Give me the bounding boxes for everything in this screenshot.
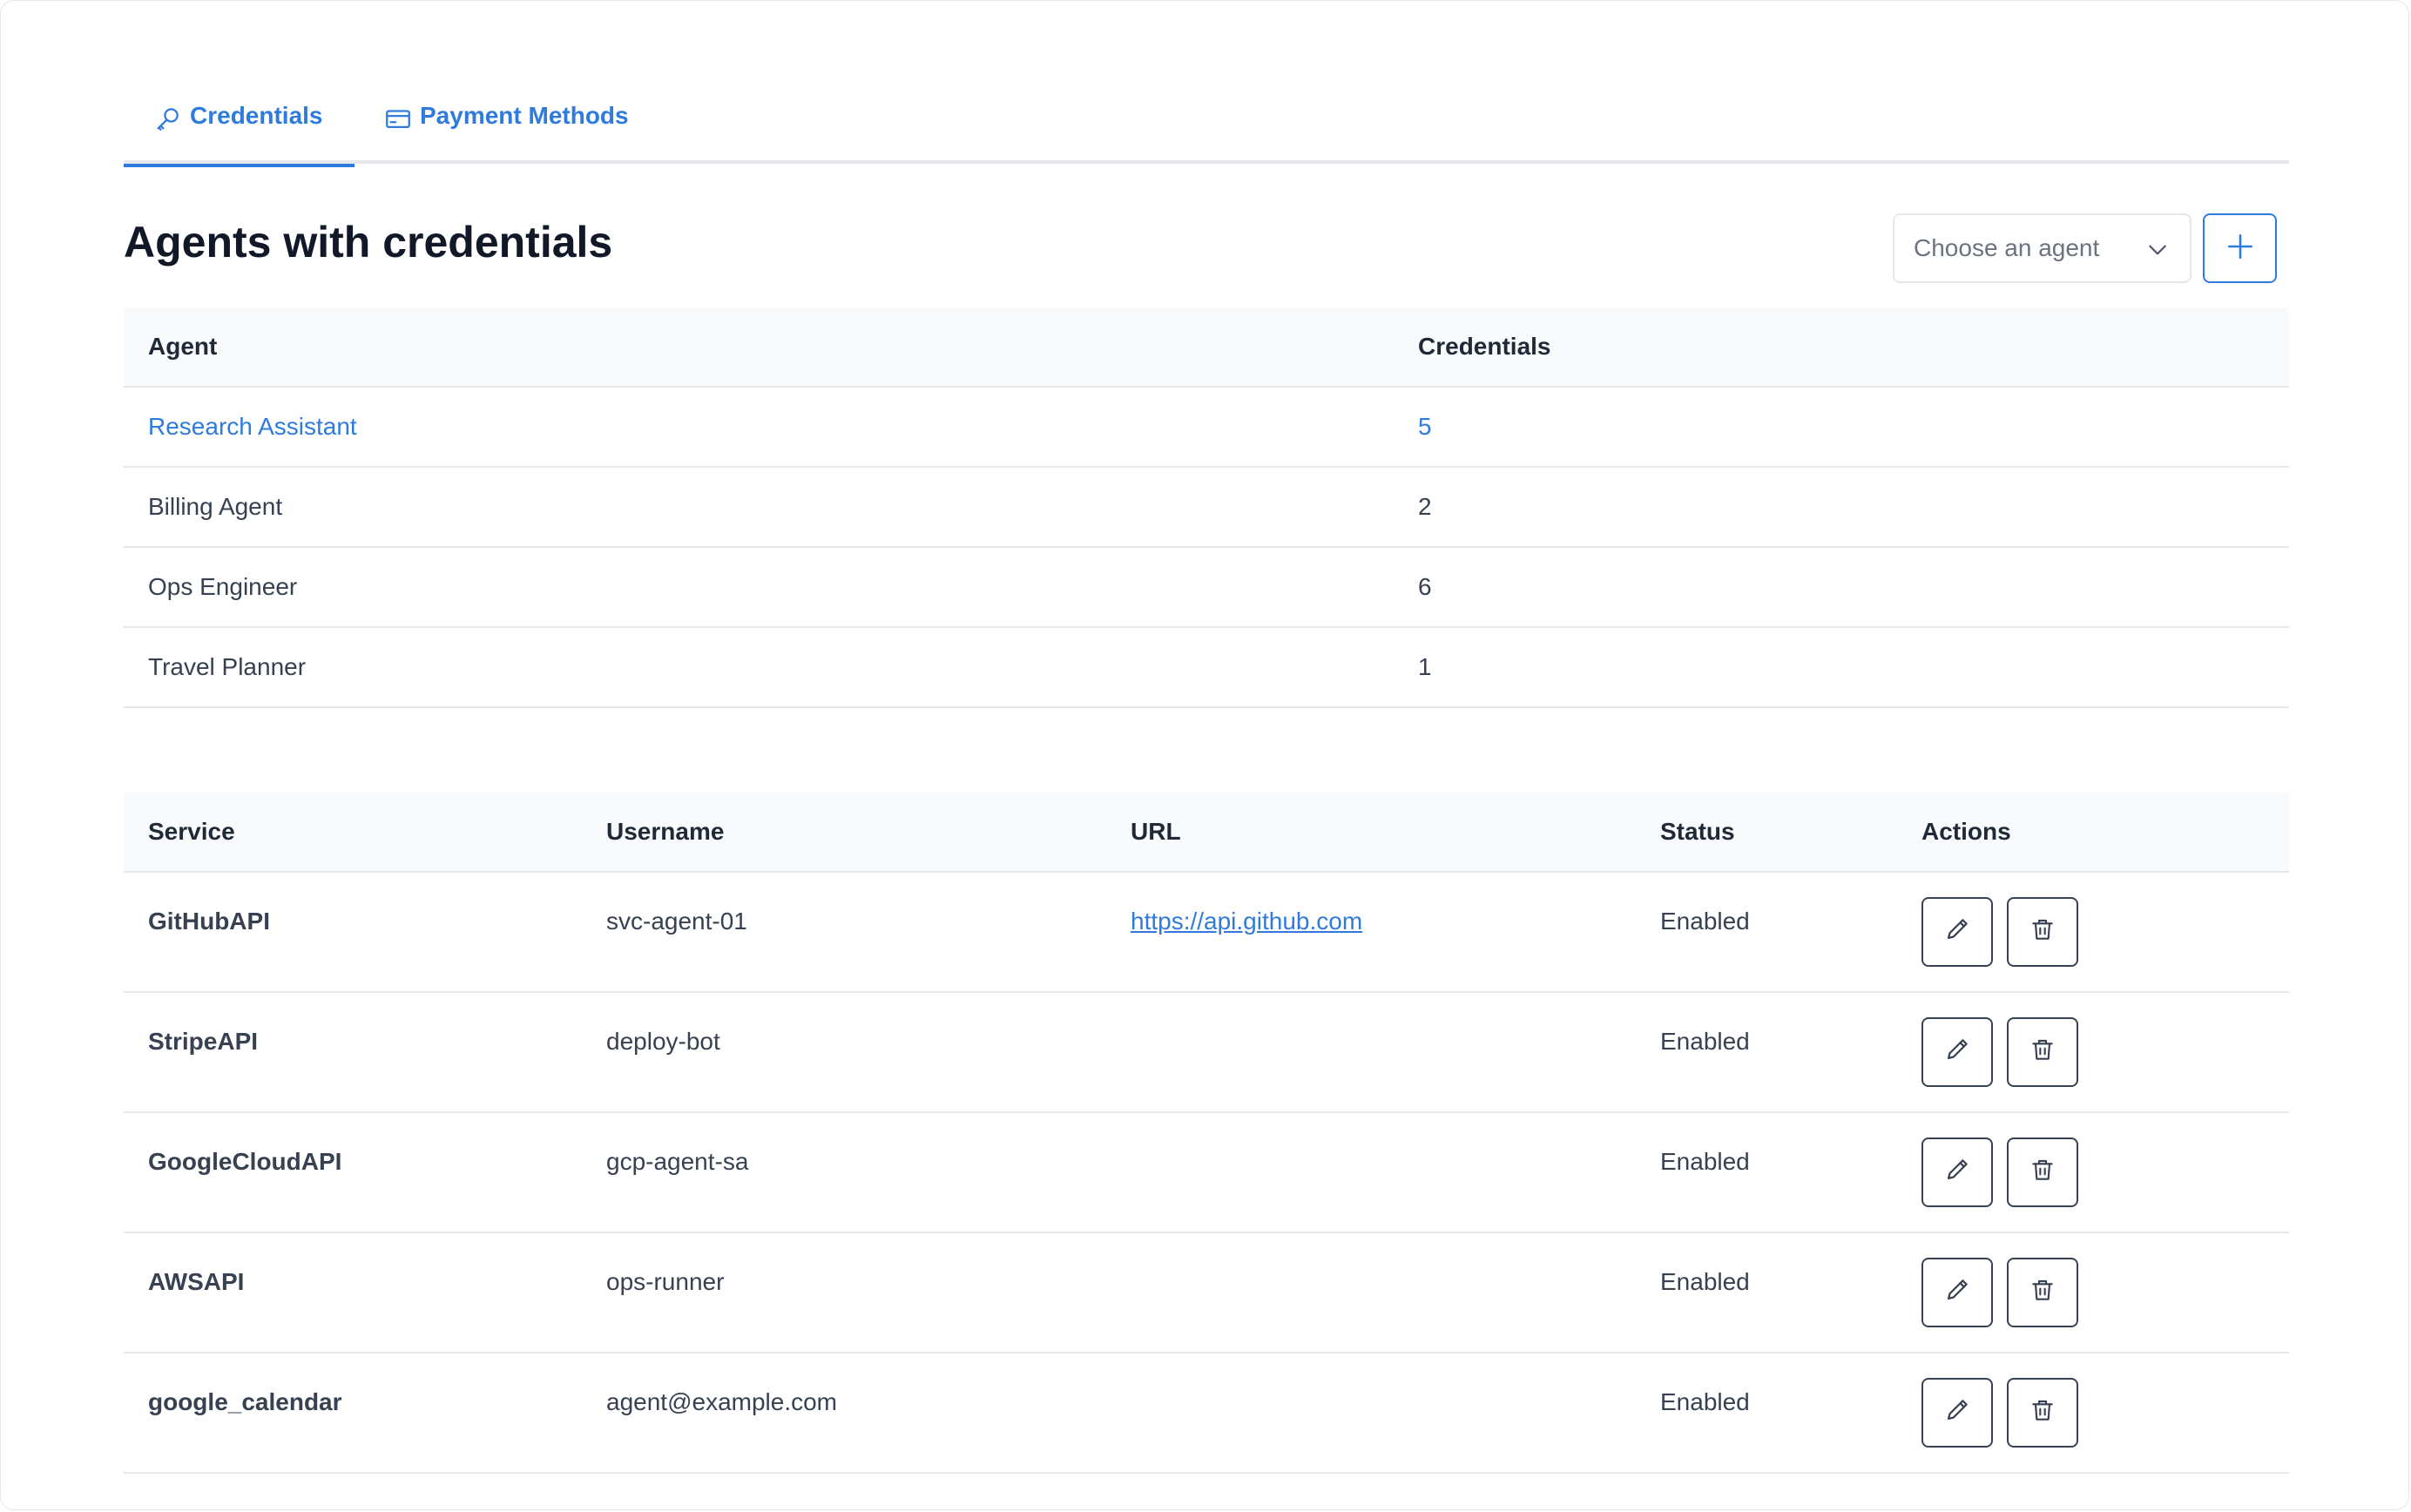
delete-button[interactable] [2007, 1258, 2078, 1327]
credential-status: Enabled [1636, 1112, 1897, 1233]
delete-button[interactable] [2007, 1378, 2078, 1448]
credential-actions [1897, 1232, 2289, 1353]
column-header-agent: Agent [124, 307, 1394, 388]
trash-icon [2029, 1276, 2056, 1310]
add-agent-button[interactable] [2203, 213, 2277, 283]
tab-credentials[interactable]: Credentials [124, 79, 355, 167]
credential-row: GoogleCloudAPI gcp-agent-sa Enabled [124, 1112, 2289, 1233]
edit-button[interactable] [1921, 897, 1993, 967]
agent-name[interactable]: Billing Agent [124, 467, 1394, 548]
agent-credential-count: 2 [1394, 467, 2289, 548]
plus-icon [2225, 232, 2255, 266]
credential-username: deploy-bot [582, 992, 1106, 1113]
credential-service: GitHubAPI [124, 872, 582, 993]
trash-icon [2029, 1156, 2056, 1190]
credential-actions [1897, 1353, 2289, 1474]
tab-bar: Credentials Payment Methods [124, 79, 2289, 167]
credential-status: Enabled [1636, 872, 1897, 993]
credential-row: GitHubAPI svc-agent-01 https://api.github.… [124, 872, 2289, 993]
credential-status: Enabled [1636, 1353, 1897, 1474]
credential-service: StripeAPI [124, 992, 582, 1113]
credential-row: AWSAPI ops-runner Enabled [124, 1232, 2289, 1353]
pencil-icon [1942, 915, 1972, 950]
key-icon [153, 104, 183, 133]
trash-icon [2029, 915, 2056, 949]
agent-row[interactable]: Research Assistant 5 [124, 387, 2289, 468]
credential-row: StripeAPI deploy-bot Enabled [124, 992, 2289, 1113]
credential-username: svc-agent-01 [582, 872, 1106, 993]
agent-row[interactable]: Ops Engineer 6 [124, 547, 2289, 628]
edit-button[interactable] [1921, 1258, 1993, 1327]
credential-url: https://api.github.com [1106, 872, 1636, 993]
credential-service: GoogleCloudAPI [124, 1112, 582, 1233]
delete-button[interactable] [2007, 1017, 2078, 1087]
action-buttons [1921, 1258, 2289, 1327]
agent-name[interactable]: Research Assistant [124, 387, 1394, 468]
agent-credential-count: 1 [1394, 627, 2289, 708]
pencil-icon [1942, 1275, 1972, 1311]
agent-name[interactable]: Travel Planner [124, 627, 1394, 708]
agent-name[interactable]: Ops Engineer [124, 547, 1394, 628]
column-header-username: Username [582, 793, 1106, 873]
agent-select[interactable]: Choose an agent [1893, 213, 2192, 283]
credential-url [1106, 1232, 1636, 1353]
credential-url [1106, 1112, 1636, 1233]
agent-credential-count: 6 [1394, 547, 2289, 628]
credential-url-link[interactable]: https://api.github.com [1131, 908, 1362, 935]
agent-row[interactable]: Travel Planner 1 [124, 627, 2289, 708]
action-buttons [1921, 1137, 2289, 1207]
credential-status: Enabled [1636, 1232, 1897, 1353]
app-frame: Credentials Payment Methods Agents with … [0, 0, 2409, 1510]
delete-button[interactable] [2007, 897, 2078, 967]
column-header-status: Status [1636, 793, 1897, 873]
edit-button[interactable] [1921, 1378, 1993, 1448]
column-header-url: URL [1106, 793, 1636, 873]
credentials-table: Service Username URL Status Actions GitH… [124, 793, 2289, 1474]
credit-card-icon [383, 104, 413, 133]
column-header-actions: Actions [1897, 793, 2289, 873]
pencil-icon [1942, 1395, 1972, 1431]
credential-status: Enabled [1636, 992, 1897, 1113]
action-buttons [1921, 1017, 2289, 1087]
credentials-table-header: Service Username URL Status Actions [124, 793, 2289, 873]
agent-credential-count: 5 [1394, 387, 2289, 468]
credential-service: AWSAPI [124, 1232, 582, 1353]
delete-button[interactable] [2007, 1137, 2078, 1207]
edit-button[interactable] [1921, 1017, 1993, 1087]
tab-payment-methods[interactable]: Payment Methods [383, 79, 662, 164]
agents-table: Agent Credentials Research Assistant 5 B… [124, 307, 2289, 708]
action-buttons [1921, 897, 2289, 967]
pencil-icon [1942, 1155, 1972, 1191]
trash-icon [2029, 1036, 2056, 1070]
credential-username: agent@example.com [582, 1353, 1106, 1474]
tab-payment-methods-label: Payment Methods [420, 102, 629, 129]
action-buttons [1921, 1378, 2289, 1448]
agent-row[interactable]: Billing Agent 2 [124, 467, 2289, 548]
credential-username: gcp-agent-sa [582, 1112, 1106, 1233]
credential-username: ops-runner [582, 1232, 1106, 1353]
agents-table-header: Agent Credentials [124, 307, 2289, 388]
chevron-down-icon [2146, 239, 2169, 261]
page-title: Agents with credentials [124, 218, 613, 267]
agent-select-placeholder: Choose an agent [1914, 234, 2100, 261]
edit-button[interactable] [1921, 1137, 1993, 1207]
pencil-icon [1942, 1035, 1972, 1070]
trash-icon [2029, 1396, 2056, 1430]
credential-actions [1897, 1112, 2289, 1233]
column-header-service: Service [124, 793, 582, 873]
credential-row: google_calendar agent@example.com Enabled [124, 1353, 2289, 1474]
credential-service: google_calendar [124, 1353, 582, 1474]
tab-credentials-label: Credentials [190, 102, 323, 129]
credential-url [1106, 1353, 1636, 1474]
credential-actions [1897, 872, 2289, 993]
column-header-credentials: Credentials [1394, 307, 2289, 388]
credential-url [1106, 992, 1636, 1113]
credential-actions [1897, 992, 2289, 1113]
